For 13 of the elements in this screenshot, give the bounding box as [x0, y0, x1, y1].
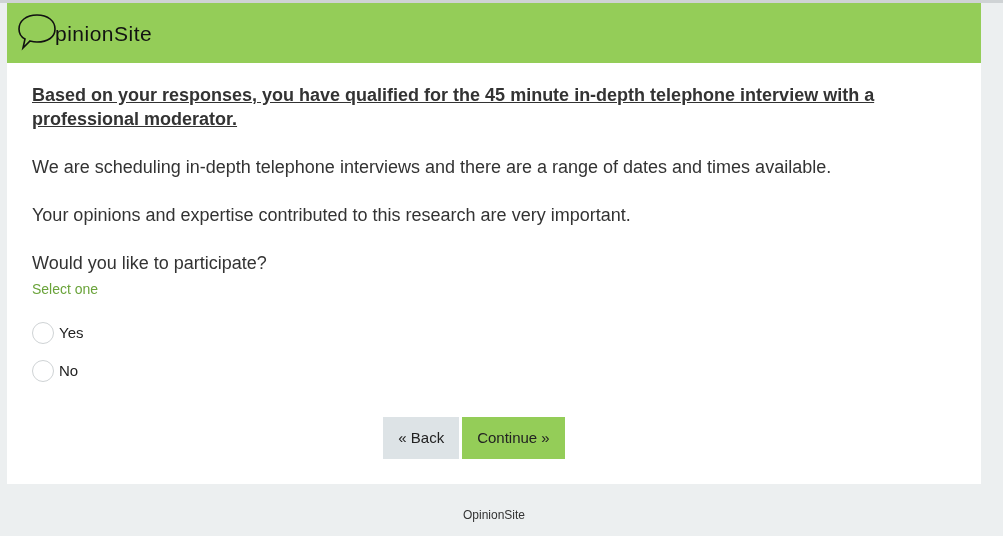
radio-button[interactable]	[32, 359, 54, 382]
body-paragraph: Your opinions and expertise contributed to this research are very important.	[32, 204, 632, 227]
logo-text: pinionSite	[55, 20, 153, 47]
body-paragraph: We are scheduling in-depth telephone interviews and there are a range of dates and times available.	[32, 156, 833, 179]
qualification-heading: Based on your responses, you have qualified for the 45 minute in-depth telephone interview with a professional moderator.	[32, 84, 876, 131]
select-hint: Select one	[32, 280, 100, 299]
footer-text: OpinionSite	[462, 507, 525, 524]
radio-button[interactable]	[32, 322, 54, 345]
continue-button[interactable]: Continue »	[462, 417, 565, 459]
radio-option[interactable]: Yes	[32, 322, 84, 345]
back-button[interactable]: « Back	[383, 417, 460, 459]
question-text: Would you like to participate?	[32, 252, 268, 275]
radio-option[interactable]: No	[32, 359, 79, 382]
